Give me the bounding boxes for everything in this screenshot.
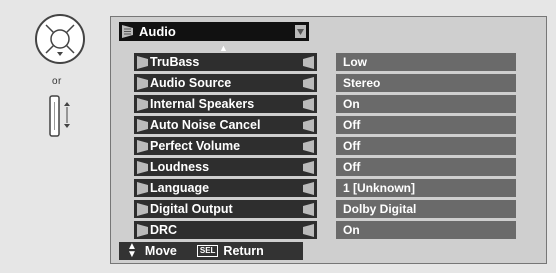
menu-title: Audio bbox=[139, 24, 176, 39]
grip-icon bbox=[122, 25, 133, 38]
grip-icon bbox=[137, 98, 148, 111]
grip-icon bbox=[303, 203, 314, 216]
grip-icon bbox=[303, 119, 314, 132]
grip-icon bbox=[137, 161, 148, 174]
grip-icon bbox=[137, 203, 148, 216]
dpad-icon bbox=[35, 14, 85, 64]
menu-value[interactable]: Off bbox=[336, 137, 516, 155]
grip-icon bbox=[137, 56, 148, 69]
menu-value[interactable]: Low bbox=[336, 53, 516, 71]
grip-icon bbox=[303, 224, 314, 237]
menu-item[interactable]: Loudness bbox=[134, 158, 317, 176]
footer-hint-bar: ▲ ▼ Move SEL Return bbox=[119, 242, 303, 260]
audio-menu-panel: Audio ▲ TruBass Low Audio Source Stereo … bbox=[110, 16, 547, 264]
return-hint: Return bbox=[223, 244, 264, 258]
menu-value[interactable]: Dolby Digital bbox=[336, 200, 516, 218]
menu-value[interactable]: Off bbox=[336, 158, 516, 176]
grip-icon bbox=[303, 98, 314, 111]
or-label: or bbox=[52, 76, 62, 87]
grip-icon bbox=[303, 56, 314, 69]
grip-icon bbox=[303, 140, 314, 153]
dropdown-icon[interactable] bbox=[295, 25, 306, 38]
grip-icon bbox=[137, 140, 148, 153]
menu-value[interactable]: Stereo bbox=[336, 74, 516, 92]
menu-item[interactable]: Auto Noise Cancel bbox=[134, 116, 317, 134]
grip-icon bbox=[303, 77, 314, 90]
grip-icon bbox=[137, 182, 148, 195]
menu-item[interactable]: Digital Output bbox=[134, 200, 317, 218]
grip-icon bbox=[303, 161, 314, 174]
menu-value[interactable]: On bbox=[336, 221, 516, 239]
grip-icon bbox=[137, 77, 148, 90]
menu-item[interactable]: DRC bbox=[134, 221, 317, 239]
sel-button-icon: SEL bbox=[196, 245, 219, 257]
menu-title-bar: Audio bbox=[119, 22, 309, 41]
menu-value[interactable]: On bbox=[336, 95, 516, 113]
grip-icon bbox=[137, 224, 148, 237]
menu-item[interactable]: Language bbox=[134, 179, 317, 197]
menu-value[interactable]: Off bbox=[336, 116, 516, 134]
menu-item[interactable]: Perfect Volume bbox=[134, 137, 317, 155]
up-down-arrows-icon: ▲ ▼ bbox=[127, 241, 137, 260]
menu-value[interactable]: 1 [Unknown] bbox=[336, 179, 516, 197]
grip-icon bbox=[137, 119, 148, 132]
menu-item[interactable]: Audio Source bbox=[134, 74, 317, 92]
move-hint: Move bbox=[144, 244, 177, 258]
menu-item[interactable]: Internal Speakers bbox=[134, 95, 317, 113]
menu-item[interactable]: TruBass bbox=[134, 53, 317, 71]
scroll-up-icon[interactable]: ▲ bbox=[219, 43, 228, 53]
grip-icon bbox=[303, 182, 314, 195]
slider-remote-icon bbox=[45, 94, 75, 138]
